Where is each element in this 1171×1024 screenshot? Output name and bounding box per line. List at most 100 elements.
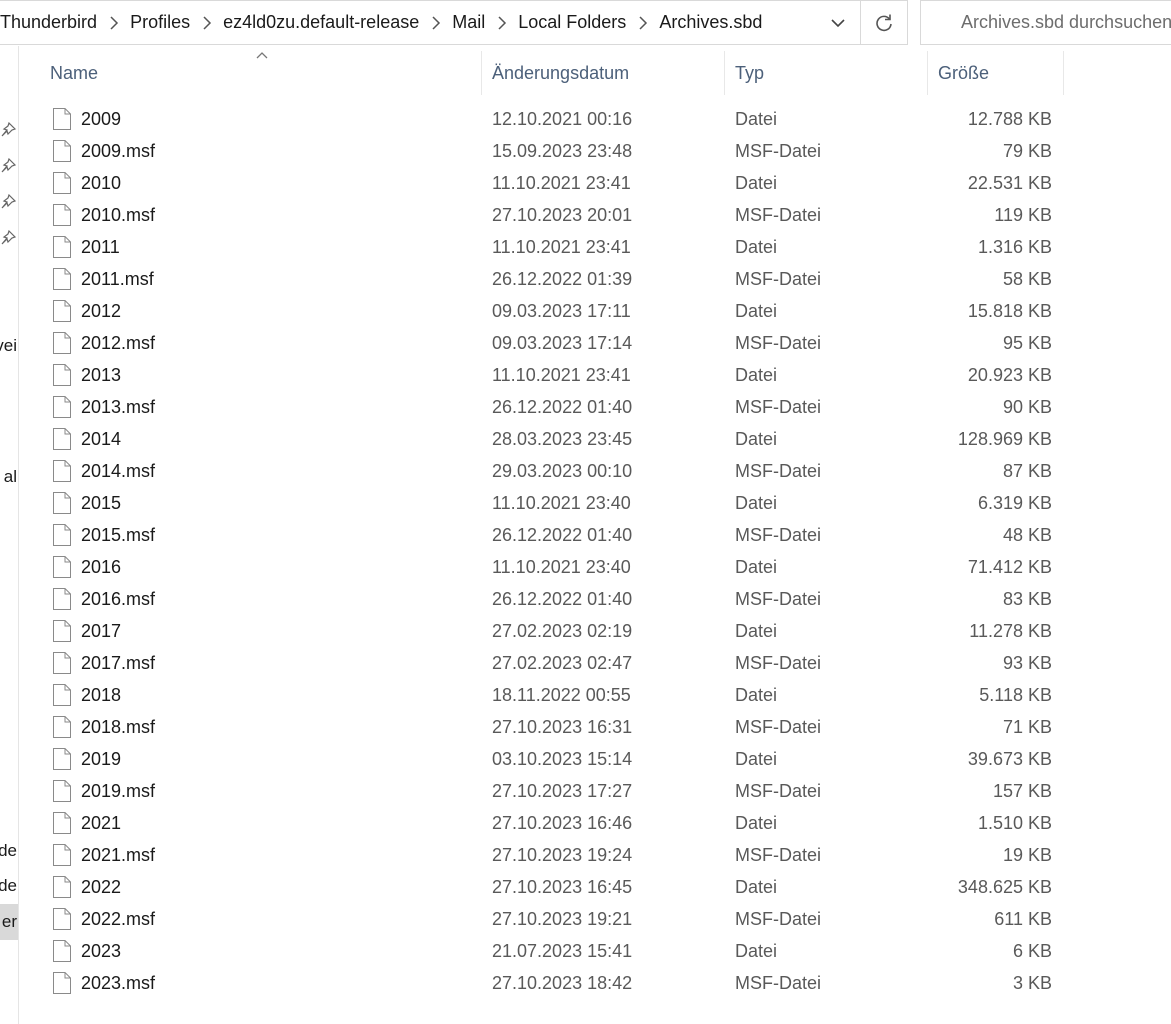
chevron-right-icon[interactable] [97,15,130,30]
file-row[interactable]: 2009.msf 15.09.2023 23:48 MSF-Datei 79 KB [20,135,1171,167]
file-row[interactable]: 2015 11.10.2021 23:40 Datei 6.319 KB [20,487,1171,519]
chevron-right-icon[interactable] [626,15,659,30]
file-row[interactable]: 2014 28.03.2023 23:45 Datei 128.969 KB [20,423,1171,455]
file-date: 21.07.2023 15:41 [492,941,633,961]
file-type: Datei [735,301,778,321]
file-type: Datei [735,621,778,641]
file-type: MSF-Datei [735,973,822,993]
breadcrumb-mail[interactable]: Mail [452,12,485,33]
file-size: 19 KB [1002,845,1052,865]
file-row[interactable]: 2013.msf 26.12.2022 01:40 MSF-Datei 90 KB [20,391,1171,423]
file-type: Datei [735,173,778,193]
file-type: Datei [735,685,778,705]
address-history-button[interactable] [816,1,860,44]
navigation-pane[interactable]: vei al .de .de er [0,46,19,1024]
file-icon [53,588,71,610]
file-type: Datei [735,237,778,257]
file-type: MSF-Datei [735,461,822,481]
file-row[interactable]: 2012 09.03.2023 17:11 Datei 15.818 KB [20,295,1171,327]
file-row[interactable]: 2016.msf 26.12.2022 01:40 MSF-Datei 83 KB [20,583,1171,615]
file-row[interactable]: 2023.msf 27.10.2023 18:42 MSF-Datei 3 KB [20,967,1171,999]
file-icon [53,172,71,194]
file-row[interactable]: 2010.msf 27.10.2023 20:01 MSF-Datei 119 KB [20,199,1171,231]
pin-icon [1,122,16,137]
file-icon [53,364,71,386]
file-row[interactable]: 2021 27.10.2023 16:46 Datei 1.510 KB [20,807,1171,839]
breadcrumb-local-folders[interactable]: Local Folders [518,12,626,33]
address-bar[interactable]: Thunderbird Profiles ez4ld0zu.default-re… [0,0,861,45]
column-header-name[interactable]: Name [40,51,482,95]
column-header-type[interactable]: Typ [725,51,928,95]
file-row[interactable]: 2011.msf 26.12.2022 01:39 MSF-Datei 58 KB [20,263,1171,295]
file-icon [53,396,71,418]
file-row[interactable]: 2013 11.10.2021 23:41 Datei 20.923 KB [20,359,1171,391]
file-type: MSF-Datei [735,141,822,161]
file-row[interactable]: 2017.msf 27.02.2023 02:47 MSF-Datei 93 KB [20,647,1171,679]
file-size: 157 KB [992,781,1052,801]
refresh-button[interactable] [860,0,908,45]
file-list: 2009 12.10.2021 00:16 Datei 12.788 KB 2009.m… [20,103,1171,999]
file-date: 26.12.2022 01:39 [492,269,633,289]
file-date: 11.10.2021 23:40 [492,493,631,513]
file-date: 03.10.2023 15:14 [492,749,633,769]
file-row[interactable]: 2012.msf 09.03.2023 17:14 MSF-Datei 95 KB [20,327,1171,359]
file-row[interactable]: 2010 11.10.2021 23:41 Datei 22.531 KB [20,167,1171,199]
file-row[interactable]: 2019 03.10.2023 15:14 Datei 39.673 KB [20,743,1171,775]
breadcrumb-thunderbird[interactable]: Thunderbird [0,12,97,33]
file-size: 3 KB [1012,973,1052,993]
nav-item-label[interactable]: er [2,912,17,932]
file-name: 2018.msf [81,717,156,737]
file-date: 29.03.2023 00:10 [492,461,633,481]
file-row[interactable]: 2022 27.10.2023 16:45 Datei 348.625 KB [20,871,1171,903]
file-row[interactable]: 2018 18.11.2022 00:55 Datei 5.118 KB [20,679,1171,711]
file-date: 27.10.2023 16:45 [492,877,633,897]
file-row[interactable]: 2016 11.10.2021 23:40 Datei 71.412 KB [20,551,1171,583]
file-date: 09.03.2023 17:14 [492,333,633,353]
breadcrumb-profile-folder[interactable]: ez4ld0zu.default-release [223,12,419,33]
file-name: 2023.msf [81,973,156,993]
file-date: 09.03.2023 17:11 [492,301,631,321]
file-date: 26.12.2022 01:40 [492,525,633,545]
file-icon [53,268,71,290]
nav-item-label[interactable]: vei [0,336,17,356]
file-row[interactable]: 2015.msf 26.12.2022 01:40 MSF-Datei 48 KB [20,519,1171,551]
file-size: 48 KB [1002,525,1052,545]
file-type: MSF-Datei [735,909,822,929]
file-row[interactable]: 2011 11.10.2021 23:41 Datei 1.316 KB [20,231,1171,263]
file-icon [53,652,71,674]
file-row[interactable]: 2014.msf 29.03.2023 00:10 MSF-Datei 87 KB [20,455,1171,487]
column-header-date[interactable]: Änderungsdatum [482,51,725,95]
file-row[interactable]: 2023 21.07.2023 15:41 Datei 6 KB [20,935,1171,967]
file-name: 2010.msf [81,205,156,225]
search-box[interactable] [920,0,1171,45]
chevron-right-icon[interactable] [190,15,223,30]
file-row[interactable]: 2018.msf 27.10.2023 16:31 MSF-Datei 71 KB [20,711,1171,743]
file-date: 27.10.2023 20:01 [492,205,633,225]
file-icon [53,108,71,130]
file-name: 2023 [81,941,122,961]
file-date: 18.11.2022 00:55 [492,685,631,705]
file-row[interactable]: 2021.msf 27.10.2023 19:24 MSF-Datei 19 KB [20,839,1171,871]
chevron-right-icon[interactable] [485,15,518,30]
nav-item-label[interactable]: al [4,467,17,487]
file-size: 20.923 KB [967,365,1052,385]
file-date: 27.10.2023 19:24 [492,845,633,865]
file-size: 11.278 KB [969,621,1052,641]
breadcrumb-archives[interactable]: Archives.sbd [659,12,762,33]
file-row[interactable]: 2019.msf 27.10.2023 17:27 MSF-Datei 157 KB [20,775,1171,807]
file-name: 2016.msf [81,589,156,609]
search-input[interactable] [961,12,1171,33]
chevron-right-icon[interactable] [419,15,452,30]
file-name: 2019 [81,749,122,769]
nav-item-label[interactable]: .de [0,876,17,896]
column-header-size[interactable]: Größe [928,51,1064,95]
file-icon [53,748,71,770]
nav-item-label[interactable]: .de [0,841,17,861]
breadcrumb-profiles[interactable]: Profiles [130,12,190,33]
file-type: MSF-Datei [735,589,822,609]
file-row[interactable]: 2017 27.02.2023 02:19 Datei 11.278 KB [20,615,1171,647]
file-row[interactable]: 2009 12.10.2021 00:16 Datei 12.788 KB [20,103,1171,135]
file-size: 83 KB [1002,589,1052,609]
file-icon [53,908,71,930]
file-row[interactable]: 2022.msf 27.10.2023 19:21 MSF-Datei 611 KB [20,903,1171,935]
